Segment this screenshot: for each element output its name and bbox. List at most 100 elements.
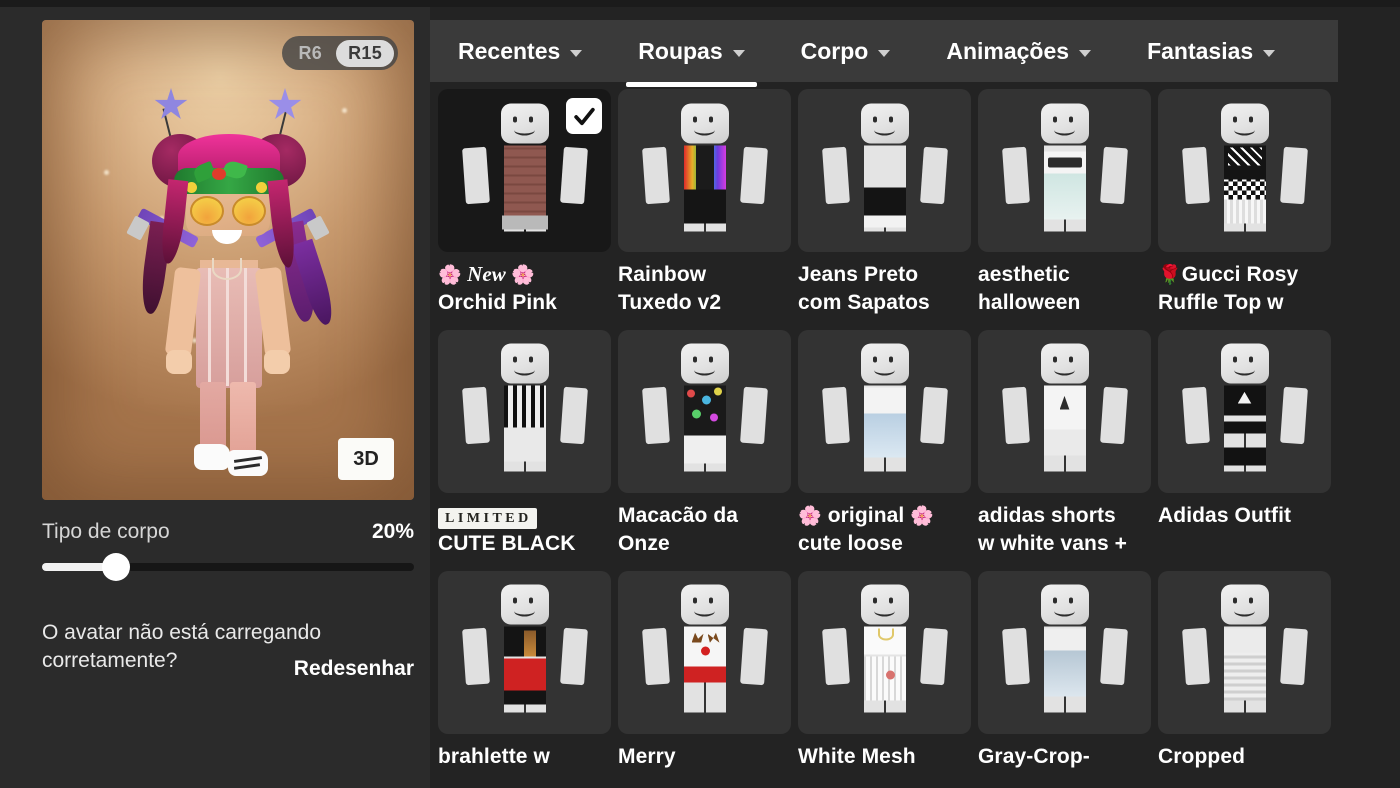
tab-label: Recentes	[458, 37, 561, 64]
figure-arm	[1279, 627, 1308, 686]
item-thumbnail[interactable]	[618, 89, 791, 252]
catalog-item[interactable]: Jeans Preto com Sapatos	[798, 89, 978, 317]
item-caption: Cropped	[1158, 743, 1326, 771]
rig-option-r6[interactable]: R6	[286, 40, 334, 67]
outfit-mesh	[863, 656, 906, 701]
item-thumbnail[interactable]	[1158, 329, 1331, 493]
chevron-down-icon[interactable]	[570, 49, 583, 57]
figure-eye	[1052, 356, 1057, 363]
tab-roupas[interactable]: Roupas	[610, 20, 772, 87]
figure-arm	[1099, 627, 1128, 686]
figure-smile	[513, 124, 535, 135]
item-thumbnail[interactable]	[438, 570, 611, 734]
catalog-item[interactable]: aesthetic halloween	[978, 89, 1158, 317]
redraw-button[interactable]: Redesenhar	[294, 657, 414, 681]
tab-fantasias[interactable]: Fantasias	[1119, 20, 1303, 82]
figure-arm	[1099, 387, 1128, 445]
outfit-jeans	[863, 187, 906, 217]
item-caption: 🌸 original 🌸 cute loose	[798, 502, 966, 558]
item-thumbnail[interactable]	[1158, 570, 1331, 734]
view-3d-button[interactable]: 3D	[338, 438, 394, 480]
item-title-line: 🌹Gucci Rosy	[1158, 261, 1326, 289]
chevron-down-icon[interactable]	[1263, 49, 1276, 57]
catalog-item[interactable]: 🌸 New 🌸 Orchid Pink	[438, 89, 618, 317]
rig-type-toggle[interactable]: R6 R15	[282, 36, 398, 70]
grid-row: brahlette w Merry White Mesh Gray-Crop- Crop…	[438, 570, 1400, 771]
outfit-flower	[686, 389, 695, 398]
item-thumbnail[interactable]	[978, 570, 1151, 734]
catalog-item[interactable]: adidas shorts w white vans +	[978, 329, 1158, 558]
item-caption: 🌹Gucci Rosy Ruffle Top w	[1158, 261, 1326, 317]
tab-animaes[interactable]: Animações	[918, 20, 1119, 82]
item-thumbnail-figure	[630, 584, 780, 720]
figure-head	[500, 343, 549, 384]
catalog-item[interactable]: Gray-Crop-	[978, 570, 1158, 771]
item-thumbnail-figure	[990, 343, 1140, 479]
figure-eye	[888, 597, 893, 604]
figure-eye	[872, 116, 877, 122]
rig-option-r15[interactable]: R15	[336, 39, 394, 67]
figure-arm	[739, 627, 768, 686]
figure-arm	[1181, 146, 1210, 204]
figure-smile	[1053, 124, 1075, 135]
catalog-item[interactable]: Rainbow Tuxedo v2	[618, 89, 798, 317]
chevron-down-icon[interactable]	[878, 49, 891, 57]
figure-smile	[873, 606, 895, 617]
figure-eye	[708, 116, 713, 122]
item-thumbnail-figure	[990, 584, 1140, 720]
grid-row: LIMITED CUTE BLACK Macacão da Onze 🌸 origina…	[438, 329, 1400, 558]
item-thumbnail[interactable]	[618, 570, 791, 734]
catalog-item[interactable]: 🌸 original 🌸 cute loose	[798, 329, 978, 558]
tab-corpo[interactable]: Corpo	[773, 20, 919, 82]
body-type-slider[interactable]	[42, 553, 414, 581]
figure-eye	[1248, 597, 1253, 604]
category-tabbar: Recentes Roupas Corpo Animações Fantasias	[430, 20, 1338, 87]
item-thumbnail[interactable]	[798, 89, 971, 252]
outfit-necklace	[877, 628, 894, 641]
cherry-blossom-icon: 🌸	[910, 505, 935, 527]
item-thumbnail-figure	[450, 343, 600, 479]
item-selected-checkbox[interactable]	[566, 98, 602, 134]
item-thumbnail[interactable]	[798, 570, 971, 734]
catalog-item[interactable]: brahlette w	[438, 570, 618, 771]
outfit-striped	[503, 385, 546, 428]
outfit-shirt	[863, 387, 906, 414]
figure-smile	[1053, 606, 1075, 617]
avatar-preview-viewport[interactable]: R6 R15 3D	[42, 20, 414, 500]
figure-smile	[693, 365, 715, 376]
chevron-down-icon[interactable]	[1079, 49, 1092, 57]
figure-eye	[692, 597, 697, 604]
slider-thumb[interactable]	[102, 553, 131, 581]
catalog-item[interactable]: Macacão da Onze	[618, 329, 798, 558]
figure-eye	[872, 356, 877, 363]
catalog-item[interactable]: Merry	[618, 570, 798, 771]
item-thumbnail[interactable]	[438, 329, 611, 493]
figure-eye	[1052, 597, 1057, 604]
item-thumbnail[interactable]	[438, 89, 611, 252]
item-thumbnail[interactable]	[978, 329, 1151, 493]
figure-eye	[1232, 116, 1237, 122]
catalog-item[interactable]: 🌹Gucci Rosy Ruffle Top w	[1158, 89, 1338, 317]
item-thumbnail[interactable]	[618, 329, 791, 493]
catalog-item[interactable]: White Mesh	[798, 570, 978, 771]
tab-recentes[interactable]: Recentes	[430, 20, 610, 82]
catalog-item[interactable]: LIMITED CUTE BLACK	[438, 329, 618, 558]
figure-eye	[872, 597, 877, 604]
item-title-line: Tuxedo v2	[618, 290, 722, 314]
catalog-item[interactable]: Cropped	[1158, 570, 1338, 771]
tab-label: Animações	[946, 37, 1070, 64]
item-thumbnail[interactable]	[798, 329, 971, 493]
item-title-line: Cropped	[1158, 744, 1246, 768]
outfit-shoes	[501, 215, 548, 229]
item-thumbnail[interactable]	[978, 89, 1151, 252]
catalog-item[interactable]: Adidas Outfit	[1158, 329, 1338, 558]
item-thumbnail-figure	[1170, 343, 1320, 479]
item-badge-original: 🌸 original 🌸	[798, 502, 966, 530]
item-thumbnail-figure	[990, 103, 1140, 238]
chevron-down-icon[interactable]	[732, 49, 745, 57]
outfit-flower	[713, 387, 722, 396]
figure-eye	[1052, 116, 1057, 122]
figure-head	[860, 103, 909, 143]
outfit-print	[1047, 157, 1082, 167]
item-thumbnail[interactable]	[1158, 89, 1331, 252]
